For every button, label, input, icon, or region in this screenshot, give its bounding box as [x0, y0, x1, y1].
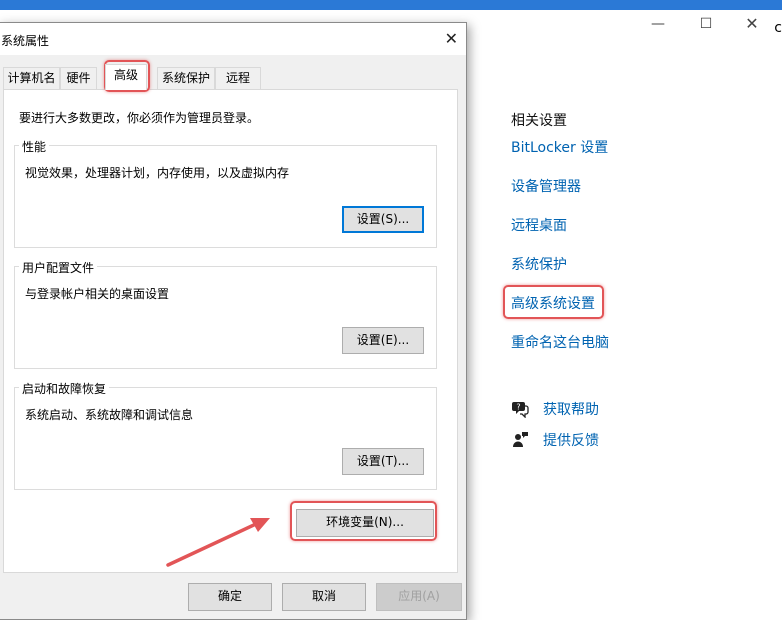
get-help-label: 获取帮助: [543, 402, 599, 418]
admin-note: 要进行大多数更改，你必须作为管理员登录。: [19, 111, 260, 125]
feedback-label: 提供反馈: [543, 433, 599, 449]
highlight-env-button: [290, 501, 437, 541]
window-top-strip: [0, 0, 782, 10]
related-settings-title: 相关设置: [511, 113, 567, 129]
tab-remote[interactable]: 远程: [215, 67, 261, 89]
highlight-advanced-settings: [503, 285, 604, 319]
feedback-link[interactable]: 提供反馈: [511, 430, 599, 450]
minimize-button[interactable]: —: [646, 14, 670, 34]
tab-system-protection[interactable]: 系统保护: [157, 67, 215, 89]
cancel-button[interactable]: 取消: [282, 583, 366, 611]
performance-settings-button[interactable]: 设置(S)...: [342, 206, 424, 233]
user-profiles-settings-button[interactable]: 设置(E)...: [342, 327, 424, 354]
feedback-person-icon: [511, 431, 529, 449]
maximize-button[interactable]: ☐: [694, 14, 718, 34]
link-rename-pc[interactable]: 重命名这台电脑: [511, 332, 609, 352]
close-button[interactable]: ✕: [740, 14, 764, 34]
help-chat-icon: ?: [511, 400, 529, 419]
dialog-titlebar: 系统属性 ✕: [0, 23, 466, 55]
link-system-protection[interactable]: 系统保护: [511, 254, 567, 274]
dialog-title: 系统属性: [1, 34, 50, 48]
performance-desc: 视觉效果，处理器计划，内存使用，以及虚拟内存: [25, 166, 290, 180]
link-remote-desktop[interactable]: 远程桌面: [511, 215, 567, 235]
startup-recovery-settings-button[interactable]: 设置(T)...: [342, 448, 424, 475]
performance-label: 性能: [19, 138, 50, 155]
apply-button[interactable]: 应用(A): [376, 583, 462, 611]
link-bitlocker[interactable]: BitLocker 设置: [511, 137, 608, 157]
ok-button[interactable]: 确定: [188, 583, 272, 611]
tab-computer-name[interactable]: 计算机名: [3, 67, 60, 89]
tab-hardware[interactable]: 硬件: [60, 67, 97, 89]
tab-advanced[interactable]: 高级: [105, 64, 147, 90]
dialog-close-icon[interactable]: ✕: [445, 29, 458, 48]
get-help-link[interactable]: ? 获取帮助: [511, 399, 599, 419]
link-device-manager[interactable]: 设备管理器: [511, 176, 581, 196]
svg-text:?: ?: [516, 403, 520, 412]
user-profiles-label: 用户配置文件: [19, 259, 98, 276]
startup-recovery-desc: 系统启动、系统故障和调试信息: [25, 408, 194, 422]
clipped-text: c: [774, 20, 782, 36]
user-profiles-desc: 与登录帐户相关的桌面设置: [25, 287, 170, 301]
startup-recovery-label: 启动和故障恢复: [19, 380, 110, 397]
